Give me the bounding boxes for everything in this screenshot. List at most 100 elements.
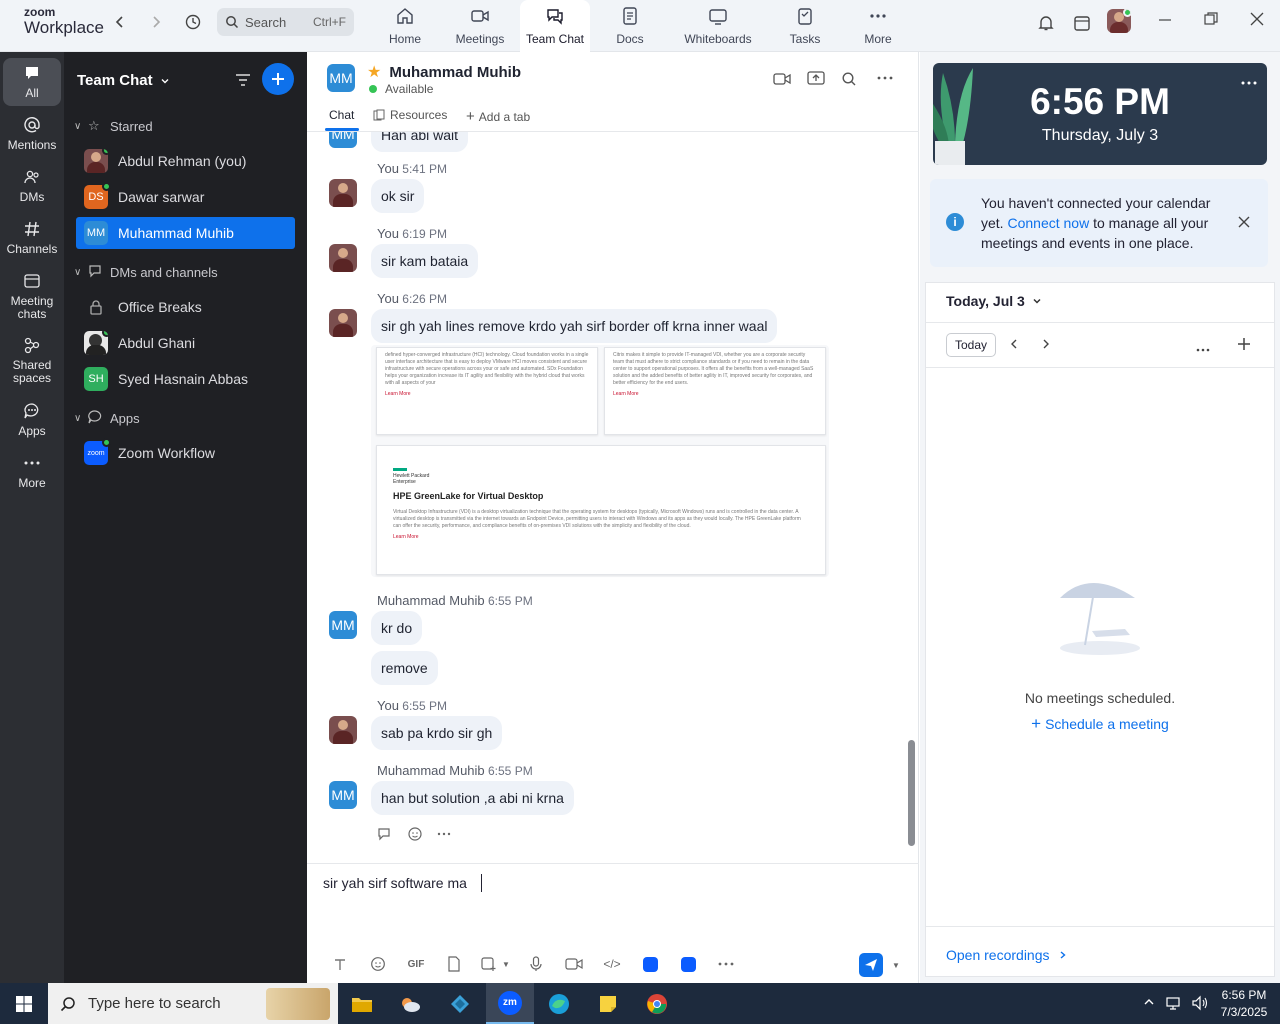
more-dots-icon[interactable] (437, 829, 451, 839)
message-bubble[interactable]: sab pa krdo sir gh (371, 716, 503, 750)
screenshot-icon[interactable]: ▼ (473, 956, 517, 972)
section-apps[interactable]: ∨ Apps (74, 410, 140, 427)
composer-input[interactable]: sir yah sirf software ma (323, 874, 482, 892)
sidebar-item-syed-hasnain-abbas[interactable]: SH Syed Hasnain Abbas (76, 363, 295, 395)
sidebar-item-muhammad-muhib[interactable]: MM Muhammad Muhib (76, 217, 295, 249)
reply-icon[interactable] (377, 827, 393, 841)
message-list[interactable]: MM Han abi wait You 5:41 PM ok sir You 6… (307, 132, 919, 863)
edge-browser-icon[interactable] (535, 983, 583, 1024)
message-composer[interactable]: sir yah sirf software ma GIF ▼ </> ▼ (307, 863, 919, 983)
sidebar-item-abdul-rehman[interactable]: Abdul Rehman (you) (76, 145, 295, 177)
weather-app-icon[interactable] (386, 983, 434, 1024)
schedule-meeting-link[interactable]: + Schedule a meeting (926, 714, 1274, 734)
sender-avatar[interactable] (329, 179, 357, 207)
calendar-app-icon[interactable] (1070, 11, 1094, 35)
sender-avatar[interactable] (329, 244, 357, 272)
new-chat-button[interactable] (262, 63, 294, 95)
tab-more[interactable]: More (843, 0, 913, 52)
close-icon[interactable] (1238, 216, 1250, 231)
minimize-icon[interactable] (1158, 12, 1172, 31)
tab-meetings[interactable]: Meetings (445, 0, 515, 52)
rail-dms[interactable]: DMs (0, 168, 64, 204)
tab-chat[interactable]: Chat (329, 108, 354, 122)
rail-meeting-chats[interactable]: Meeting chats (0, 272, 64, 321)
chevron-down-icon[interactable]: ▼ (892, 961, 900, 970)
taskbar-search[interactable]: Type here to search (48, 983, 338, 1024)
add-tab-button[interactable]: + Add a tab (466, 108, 530, 125)
sender-avatar[interactable]: MM (329, 132, 357, 148)
app-icon[interactable] (436, 983, 484, 1024)
today-button[interactable]: Today (946, 333, 997, 357)
open-recordings-link[interactable]: Open recordings (946, 947, 1068, 963)
section-starred[interactable]: ∨ ☆ Starred (74, 118, 153, 134)
back-arrow-icon[interactable] (108, 10, 132, 34)
rail-mentions[interactable]: Mentions (0, 116, 64, 152)
sidebar-item-abdul-ghani[interactable]: Abdul Ghani (76, 327, 295, 359)
contact-avatar[interactable]: MM (327, 64, 355, 92)
taskbar-clock[interactable]: 6:56 PM 7/3/2025 (1214, 987, 1274, 1021)
code-snippet-icon[interactable]: </> (593, 957, 631, 971)
section-dms-channels[interactable]: ∨ DMs and channels (74, 264, 218, 281)
history-icon[interactable] (181, 10, 205, 34)
tab-docs[interactable]: Docs (595, 0, 665, 52)
message-bubble[interactable]: sir kam bataia (371, 244, 479, 278)
tab-whiteboards[interactable]: Whiteboards (680, 0, 756, 52)
sidebar-item-office-breaks[interactable]: Office Breaks (76, 291, 295, 323)
message-bubble[interactable]: han but solution ,a abi ni krna (371, 781, 574, 815)
microphone-icon[interactable] (517, 956, 555, 972)
format-text-icon[interactable] (321, 957, 359, 971)
rail-shared-spaces[interactable]: Shared spaces (0, 336, 64, 385)
emoji-reaction-icon[interactable] (407, 826, 423, 842)
global-search-box[interactable]: Search Ctrl+F (217, 8, 354, 36)
chevron-down-icon[interactable]: ▼ (502, 960, 510, 969)
close-window-icon[interactable] (1250, 12, 1264, 31)
filter-icon[interactable] (234, 71, 252, 92)
next-day-icon[interactable] (1041, 338, 1051, 353)
message-bubble[interactable]: kr do (371, 611, 423, 645)
date-selector[interactable]: Today, Jul 3 (946, 293, 1043, 309)
message-bubble[interactable]: remove (371, 651, 438, 685)
previous-day-icon[interactable] (1009, 338, 1019, 353)
more-dots-icon[interactable] (1196, 341, 1210, 356)
sender-avatar[interactable]: MM (329, 781, 357, 809)
share-screen-icon[interactable] (807, 70, 825, 89)
file-attach-icon[interactable] (435, 956, 473, 972)
sidebar-item-zoom-workflow[interactable]: zoom Zoom Workflow (76, 437, 295, 469)
send-button[interactable]: ▼ (859, 953, 900, 977)
sidebar-title[interactable]: Team Chat (77, 72, 171, 89)
video-call-icon[interactable] (773, 72, 791, 89)
file-explorer-icon[interactable] (338, 983, 386, 1024)
restore-icon[interactable] (1204, 12, 1218, 31)
volume-icon[interactable] (1191, 995, 1209, 1014)
zoom-taskbar-icon[interactable]: zm (486, 983, 534, 1024)
scrollbar-thumb[interactable] (908, 740, 915, 846)
message-bubble[interactable]: Han abi wait (371, 132, 469, 152)
tab-team-chat[interactable]: Team Chat (520, 0, 590, 52)
chrome-browser-icon[interactable] (633, 983, 681, 1024)
windows-start-icon[interactable] (0, 983, 48, 1024)
more-options-icon[interactable] (877, 72, 893, 87)
tab-tasks[interactable]: Tasks (770, 0, 840, 52)
video-message-icon[interactable] (555, 957, 593, 971)
rail-all[interactable]: All (3, 58, 61, 106)
app-integration-icon[interactable] (631, 956, 669, 972)
tab-resources[interactable]: Resources (373, 108, 447, 122)
sender-avatar[interactable] (329, 716, 357, 744)
star-filled-icon[interactable]: ★ (367, 62, 381, 82)
message-bubble[interactable]: ok sir (371, 179, 425, 213)
rail-apps[interactable]: Apps (0, 402, 64, 438)
app-integration-icon[interactable] (669, 956, 707, 972)
add-event-icon[interactable] (1237, 337, 1251, 354)
rail-more[interactable]: More (0, 454, 64, 490)
image-attachment[interactable]: defined hyper-converged infrastructure (… (371, 345, 829, 577)
more-dots-icon[interactable] (707, 959, 745, 969)
emoji-icon[interactable] (359, 956, 397, 972)
connect-now-link[interactable]: Connect now (1007, 215, 1089, 231)
tab-home[interactable]: Home (370, 0, 440, 52)
sender-avatar[interactable]: MM (329, 611, 357, 639)
message-bubble[interactable]: sir gh yah lines remove krdo yah sirf bo… (371, 309, 778, 343)
scrollbar-track[interactable] (907, 132, 917, 863)
forward-arrow-icon[interactable] (144, 10, 168, 34)
more-dots-icon[interactable] (1241, 75, 1257, 90)
network-icon[interactable] (1166, 995, 1182, 1014)
